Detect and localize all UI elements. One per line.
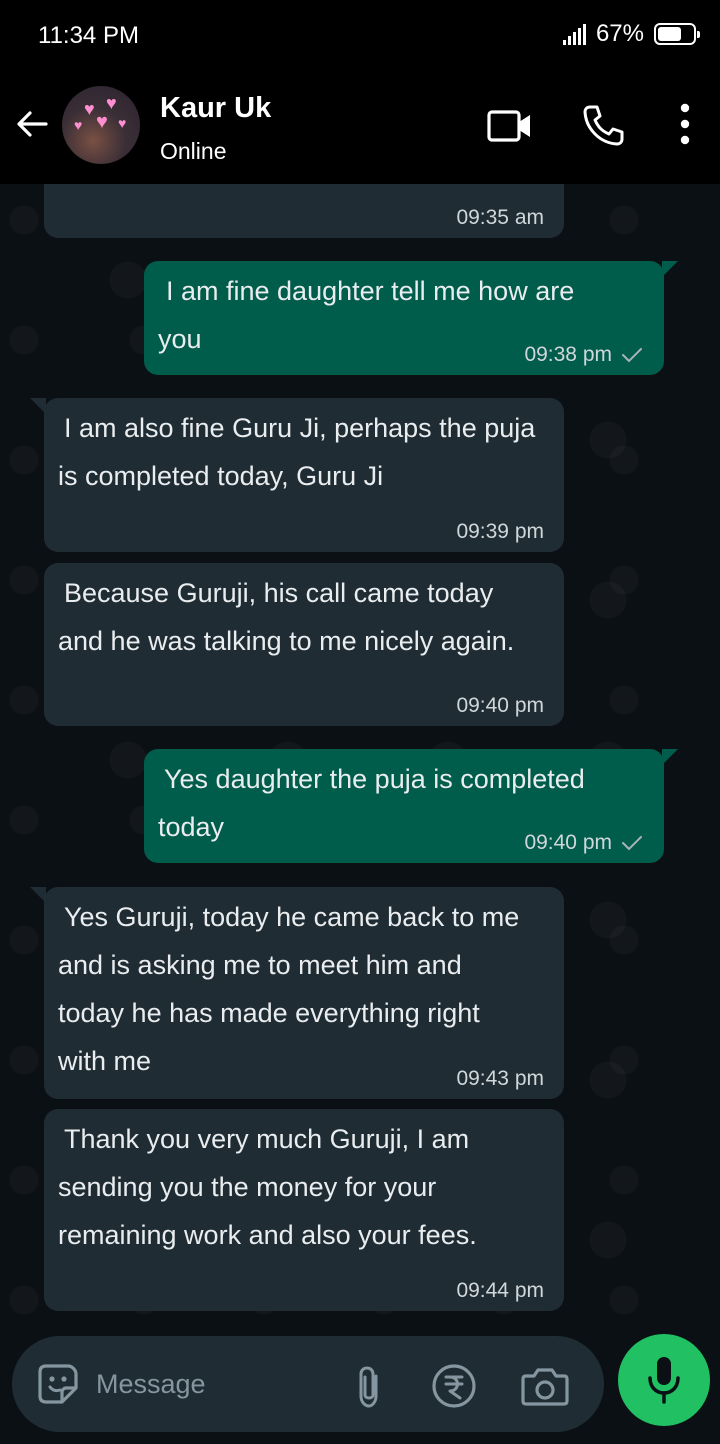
voice-record-button[interactable] [618, 1334, 710, 1426]
message-time: 09:44 pm [456, 1279, 544, 1302]
message-incoming[interactable]: I am also fine Guru Ji, perhaps the puja… [30, 398, 564, 552]
presence-status: Online [160, 138, 227, 164]
camera-icon[interactable] [520, 1364, 570, 1408]
message-incoming[interactable]: Yes Guruji, today he came back to me and… [30, 887, 564, 1099]
message-incoming[interactable]: Because Guruji, his call came today and … [44, 563, 564, 726]
bubble-tail [30, 887, 46, 903]
message-time: 09:39 pm [456, 520, 544, 543]
video-call-icon[interactable] [486, 106, 534, 146]
bubble-tail [662, 749, 678, 765]
message-time: 09:43 pm [456, 1067, 544, 1090]
check-icon [622, 836, 642, 851]
avatar[interactable]: ♥ ♥ ♥ ♥ ♥ [62, 86, 140, 164]
message-time: 09:40 pm [524, 831, 612, 854]
microphone-icon [648, 1357, 680, 1404]
attach-icon[interactable] [352, 1364, 388, 1410]
message-outgoing[interactable]: I am fine daughter tell me how are you 0… [144, 261, 678, 375]
message-meta: 09:43 pm [456, 1067, 544, 1091]
message-time: 09:38 pm [524, 343, 612, 366]
status-bar: 11:34 PM 67% [0, 0, 720, 72]
message-text: Yes Guruji, today he came back to me and… [58, 902, 520, 1076]
status-time: 11:34 PM [38, 22, 139, 49]
message-meta: 09:38 pm [524, 343, 644, 367]
message-meta: 09:40 pm [524, 831, 644, 855]
bubble-tail [662, 261, 678, 277]
message-list[interactable]: 09:35 am I am fine daughter tell me how … [0, 184, 720, 1334]
message-text: Thank you very much Guruji, I am sending… [58, 1124, 477, 1250]
battery-fill [658, 27, 681, 41]
message-outgoing[interactable]: Yes daughter the puja is completed today… [144, 749, 678, 863]
message-time: 09:40 pm [456, 694, 544, 717]
bubble-tail [30, 398, 46, 414]
contact-name[interactable]: Kaur Uk [160, 92, 271, 125]
message-incoming[interactable]: 09:35 am [44, 184, 564, 238]
voice-call-icon[interactable] [580, 102, 626, 148]
message-text: Because Guruji, his call came today and … [58, 578, 515, 656]
message-time: 09:35 am [456, 206, 544, 229]
chat-header: ♥ ♥ ♥ ♥ ♥ Kaur Uk Online [0, 72, 720, 184]
message-meta: 09:44 pm [456, 1279, 544, 1303]
signal-icon [562, 23, 586, 45]
status-right: 67% [562, 20, 700, 48]
battery-icon [654, 23, 700, 45]
message-composer[interactable]: Message [12, 1336, 604, 1432]
message-text: I am also fine Guru Ji, perhaps the puja… [58, 413, 536, 491]
battery-percent: 67% [595, 20, 644, 47]
more-options-icon[interactable] [678, 102, 692, 146]
message-meta: 09:35 am [456, 206, 544, 230]
back-arrow-icon[interactable] [12, 104, 52, 144]
message-meta: 09:39 pm [456, 520, 544, 544]
payment-rupee-icon[interactable] [430, 1362, 478, 1410]
message-incoming[interactable]: Thank you very much Guruji, I am sending… [44, 1109, 564, 1311]
message-input-placeholder[interactable]: Message [96, 1369, 206, 1400]
check-icon [622, 348, 642, 363]
sticker-icon[interactable] [34, 1360, 82, 1408]
message-meta: 09:40 pm [456, 694, 544, 718]
